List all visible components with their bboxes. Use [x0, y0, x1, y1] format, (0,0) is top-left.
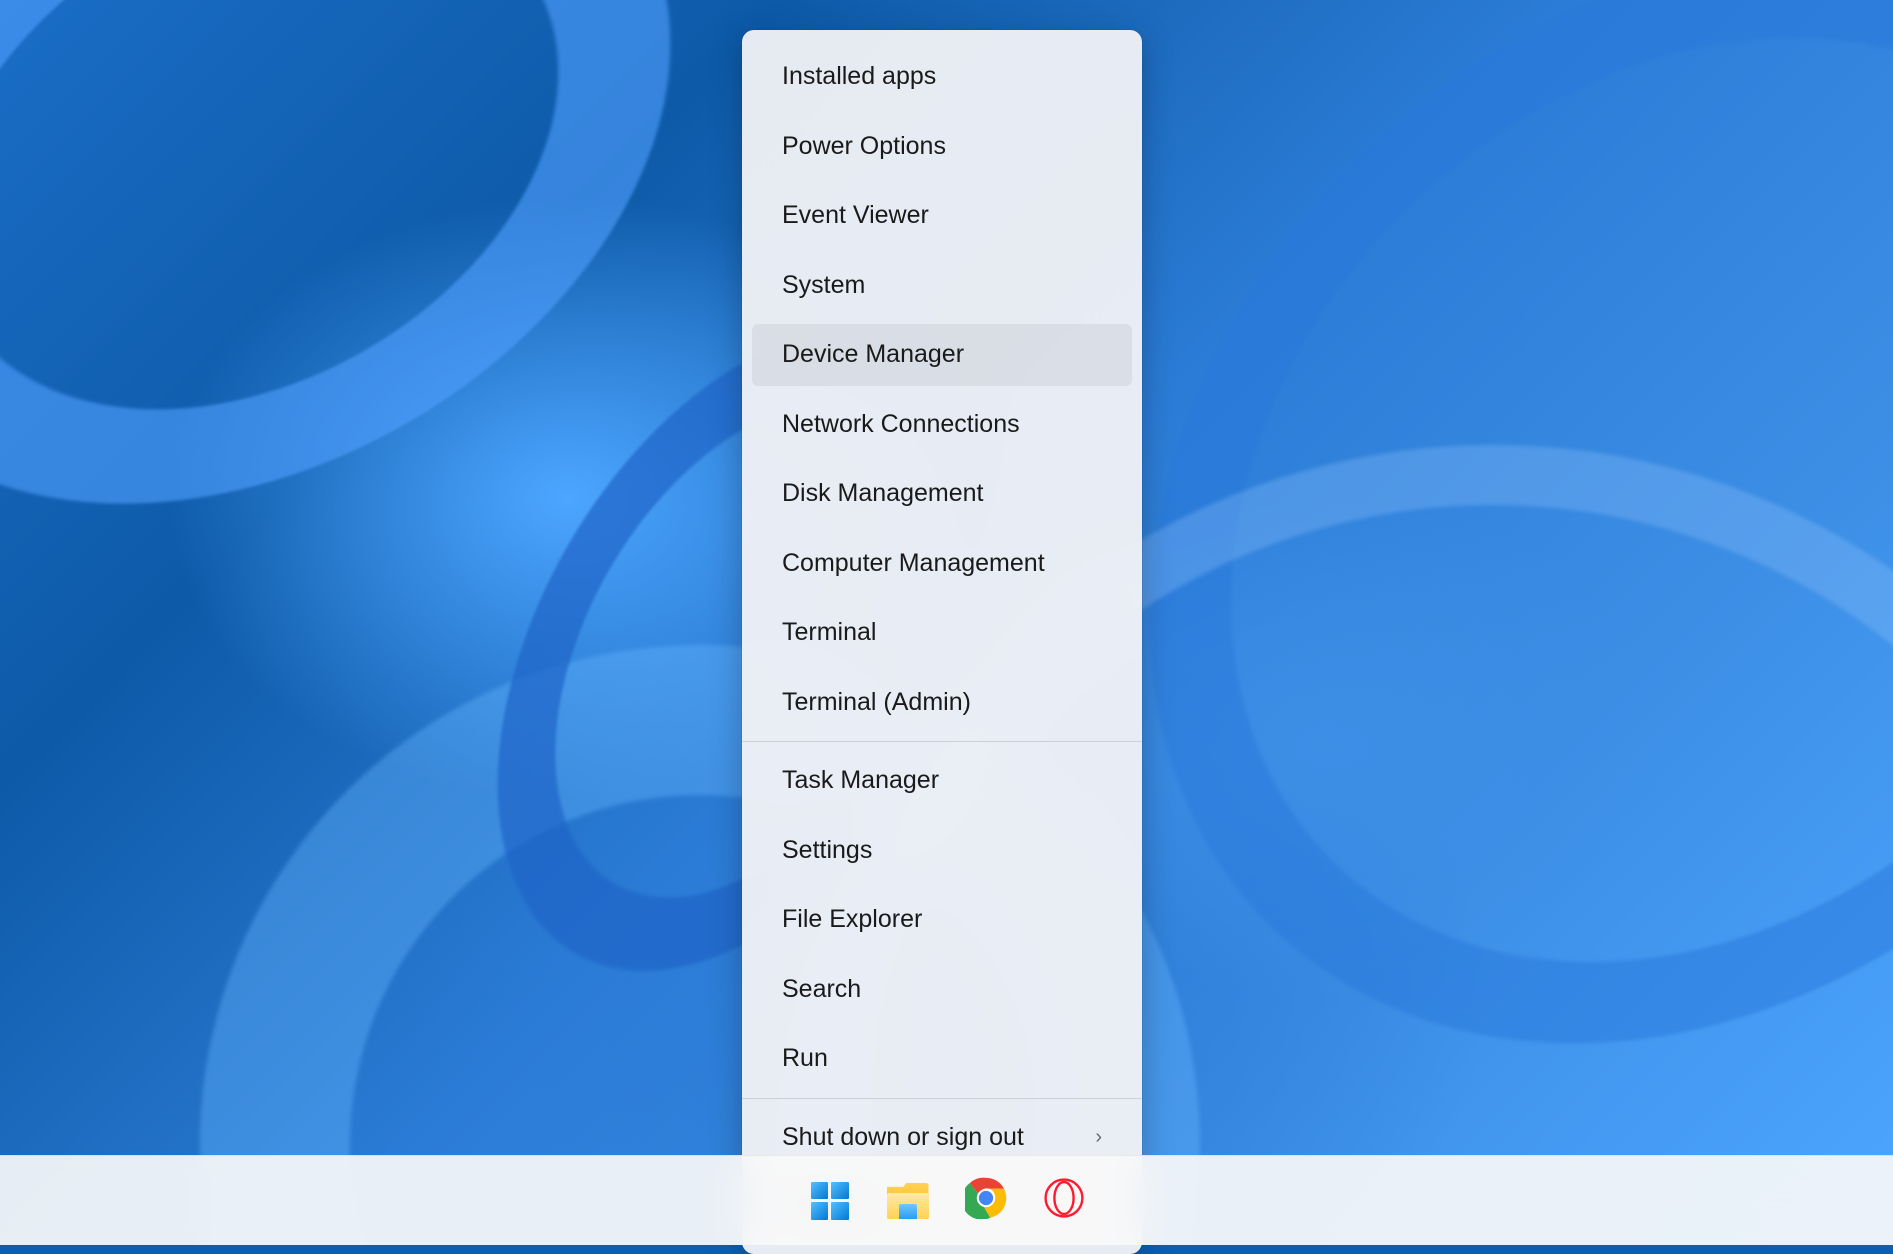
- menu-item-label: System: [782, 267, 865, 305]
- winx-context-menu: Installed apps Power Options Event Viewer S…: [742, 30, 1142, 1254]
- windows-logo-icon: [811, 1182, 849, 1220]
- taskbar: [0, 1155, 1893, 1245]
- menu-item-network-connections[interactable]: Network Connections: [752, 394, 1132, 456]
- menu-item-run[interactable]: Run: [752, 1028, 1132, 1090]
- menu-item-event-viewer[interactable]: Event Viewer: [752, 185, 1132, 247]
- menu-item-terminal-admin[interactable]: Terminal (Admin): [752, 672, 1132, 734]
- chevron-right-icon: ›: [1095, 1127, 1102, 1147]
- menu-item-label: File Explorer: [782, 901, 922, 939]
- menu-item-label: Device Manager: [782, 336, 964, 374]
- opera-icon: [1044, 1178, 1084, 1223]
- menu-item-power-options[interactable]: Power Options: [752, 116, 1132, 178]
- menu-item-task-manager[interactable]: Task Manager: [752, 750, 1132, 812]
- menu-item-label: Terminal (Admin): [782, 684, 971, 722]
- menu-item-label: Disk Management: [782, 475, 983, 513]
- menu-item-disk-management[interactable]: Disk Management: [752, 463, 1132, 525]
- menu-item-file-explorer[interactable]: File Explorer: [752, 889, 1132, 951]
- menu-item-label: Shut down or sign out: [782, 1119, 1024, 1157]
- menu-item-label: Run: [782, 1040, 828, 1078]
- start-button[interactable]: [809, 1180, 851, 1222]
- menu-item-label: Event Viewer: [782, 197, 929, 235]
- menu-item-label: Terminal: [782, 614, 876, 652]
- menu-item-computer-management[interactable]: Computer Management: [752, 533, 1132, 595]
- menu-item-terminal[interactable]: Terminal: [752, 602, 1132, 664]
- menu-item-label: Search: [782, 971, 861, 1009]
- menu-item-settings[interactable]: Settings: [752, 820, 1132, 882]
- opera-button[interactable]: [1043, 1180, 1085, 1222]
- chrome-button[interactable]: [965, 1180, 1007, 1222]
- chrome-icon: [965, 1177, 1007, 1224]
- file-explorer-button[interactable]: [887, 1180, 929, 1222]
- menu-item-label: Settings: [782, 832, 872, 870]
- menu-item-search[interactable]: Search: [752, 959, 1132, 1021]
- menu-separator: [742, 741, 1142, 742]
- menu-separator: [742, 1098, 1142, 1099]
- menu-item-label: Power Options: [782, 128, 946, 166]
- menu-item-system[interactable]: System: [752, 255, 1132, 317]
- menu-item-label: Installed apps: [782, 58, 936, 96]
- menu-item-installed-apps[interactable]: Installed apps: [752, 46, 1132, 108]
- menu-item-label: Task Manager: [782, 762, 939, 800]
- menu-item-device-manager[interactable]: Device Manager: [752, 324, 1132, 386]
- menu-item-label: Computer Management: [782, 545, 1045, 583]
- menu-item-label: Network Connections: [782, 406, 1020, 444]
- folder-icon: [887, 1183, 929, 1219]
